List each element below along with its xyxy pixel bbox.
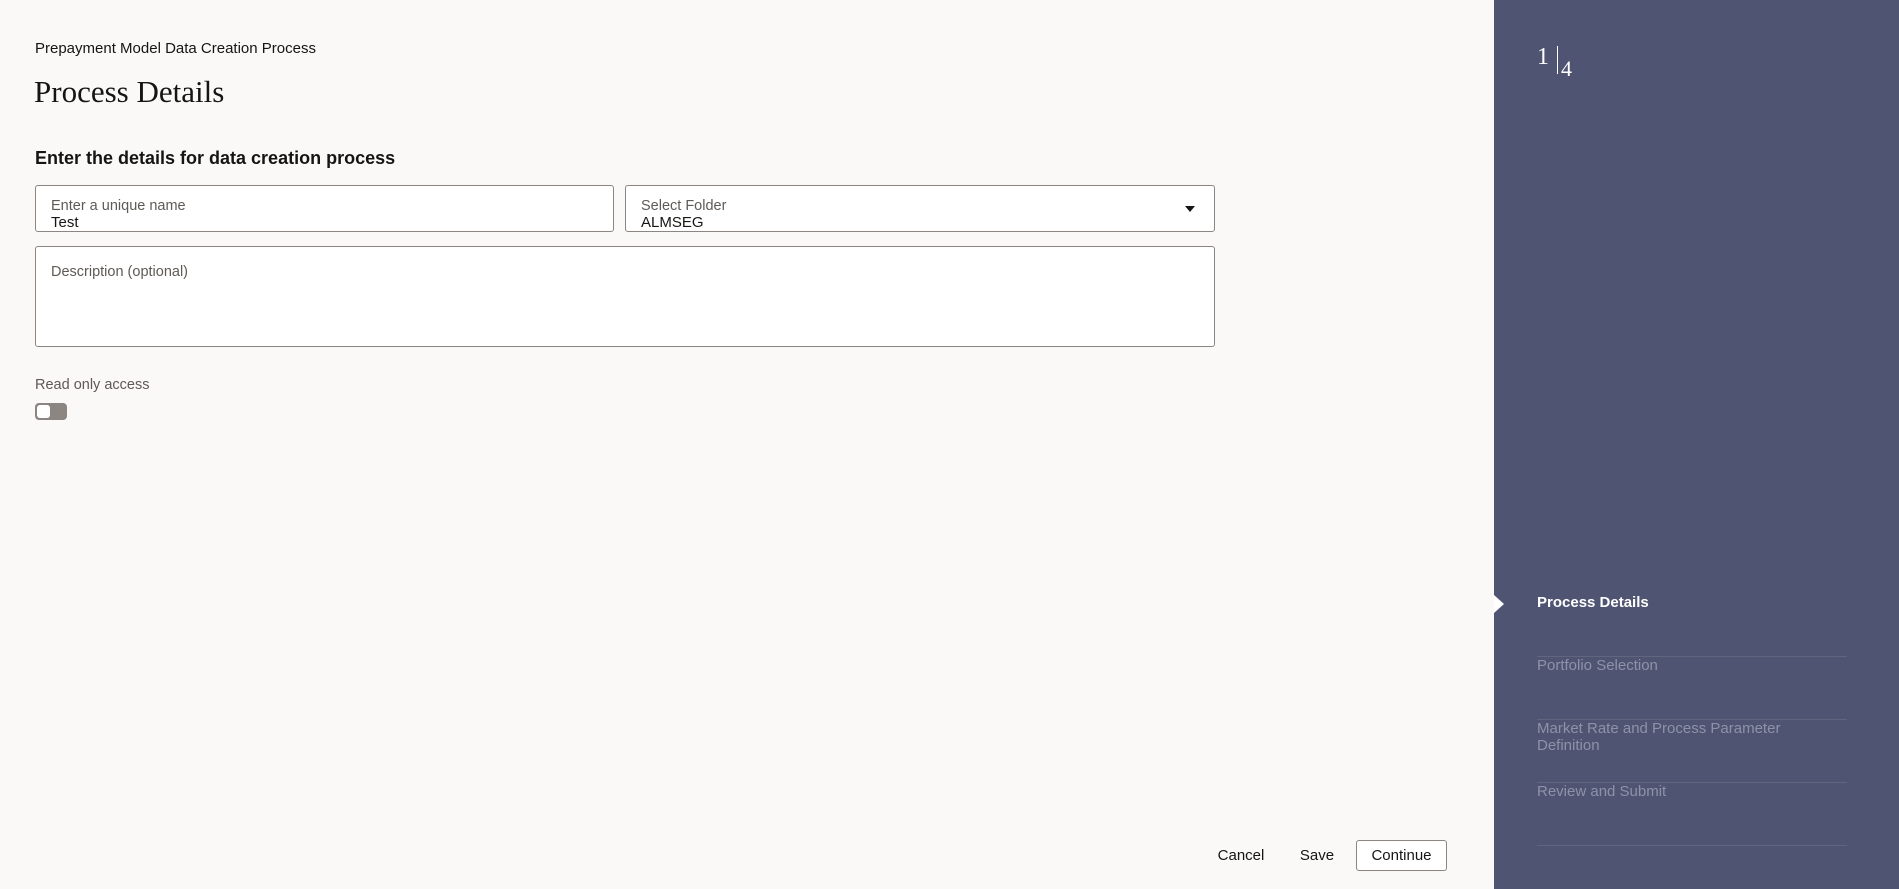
step-market-rate-definition[interactable]: Market Rate and Process Parameter Defini…	[1537, 720, 1847, 783]
page-title: Process Details	[34, 74, 225, 109]
step-label: Review and Submit	[1537, 783, 1667, 800]
main-panel: Prepayment Model Data Creation Process P…	[0, 0, 1494, 889]
cancel-button[interactable]: Cancel	[1208, 840, 1274, 871]
save-button[interactable]: Save	[1290, 840, 1344, 871]
folder-select-label: Select Folder	[641, 198, 727, 214]
name-field-value[interactable]: Test	[51, 214, 79, 231]
continue-button[interactable]: Continue	[1356, 840, 1447, 871]
read-only-toggle[interactable]	[35, 403, 67, 420]
name-field-label: Enter a unique name	[51, 198, 186, 214]
folder-select[interactable]: Select Folder ALMSEG	[625, 185, 1215, 232]
chevron-down-icon[interactable]	[1185, 206, 1195, 212]
step-label: Market Rate and Process Parameter Defini…	[1537, 720, 1781, 754]
breadcrumb: Prepayment Model Data Creation Process	[35, 40, 316, 57]
step-process-details[interactable]: Process Details	[1537, 594, 1847, 657]
step-counter-divider	[1557, 46, 1558, 74]
description-field[interactable]: Description (optional)	[35, 246, 1215, 347]
toggle-knob	[37, 405, 50, 418]
description-field-label: Description (optional)	[51, 264, 189, 280]
current-step-number: 1	[1537, 44, 1549, 70]
wizard-root: Prepayment Model Data Creation Process P…	[0, 0, 1899, 889]
step-label: Portfolio Selection	[1537, 657, 1658, 674]
step-portfolio-selection[interactable]: Portfolio Selection	[1537, 657, 1847, 720]
step-sidebar: 1 4 Process Details Portfolio Selection …	[1494, 0, 1899, 889]
name-field[interactable]: Enter a unique name Test	[35, 185, 614, 232]
step-label: Process Details	[1537, 594, 1649, 611]
step-review-and-submit[interactable]: Review and Submit	[1537, 783, 1847, 846]
read-only-label: Read only access	[35, 377, 150, 393]
folder-select-value: ALMSEG	[641, 214, 704, 231]
section-title: Enter the details for data creation proc…	[35, 148, 396, 168]
total-steps-number: 4	[1561, 56, 1572, 81]
current-step-marker-icon	[1494, 595, 1504, 613]
